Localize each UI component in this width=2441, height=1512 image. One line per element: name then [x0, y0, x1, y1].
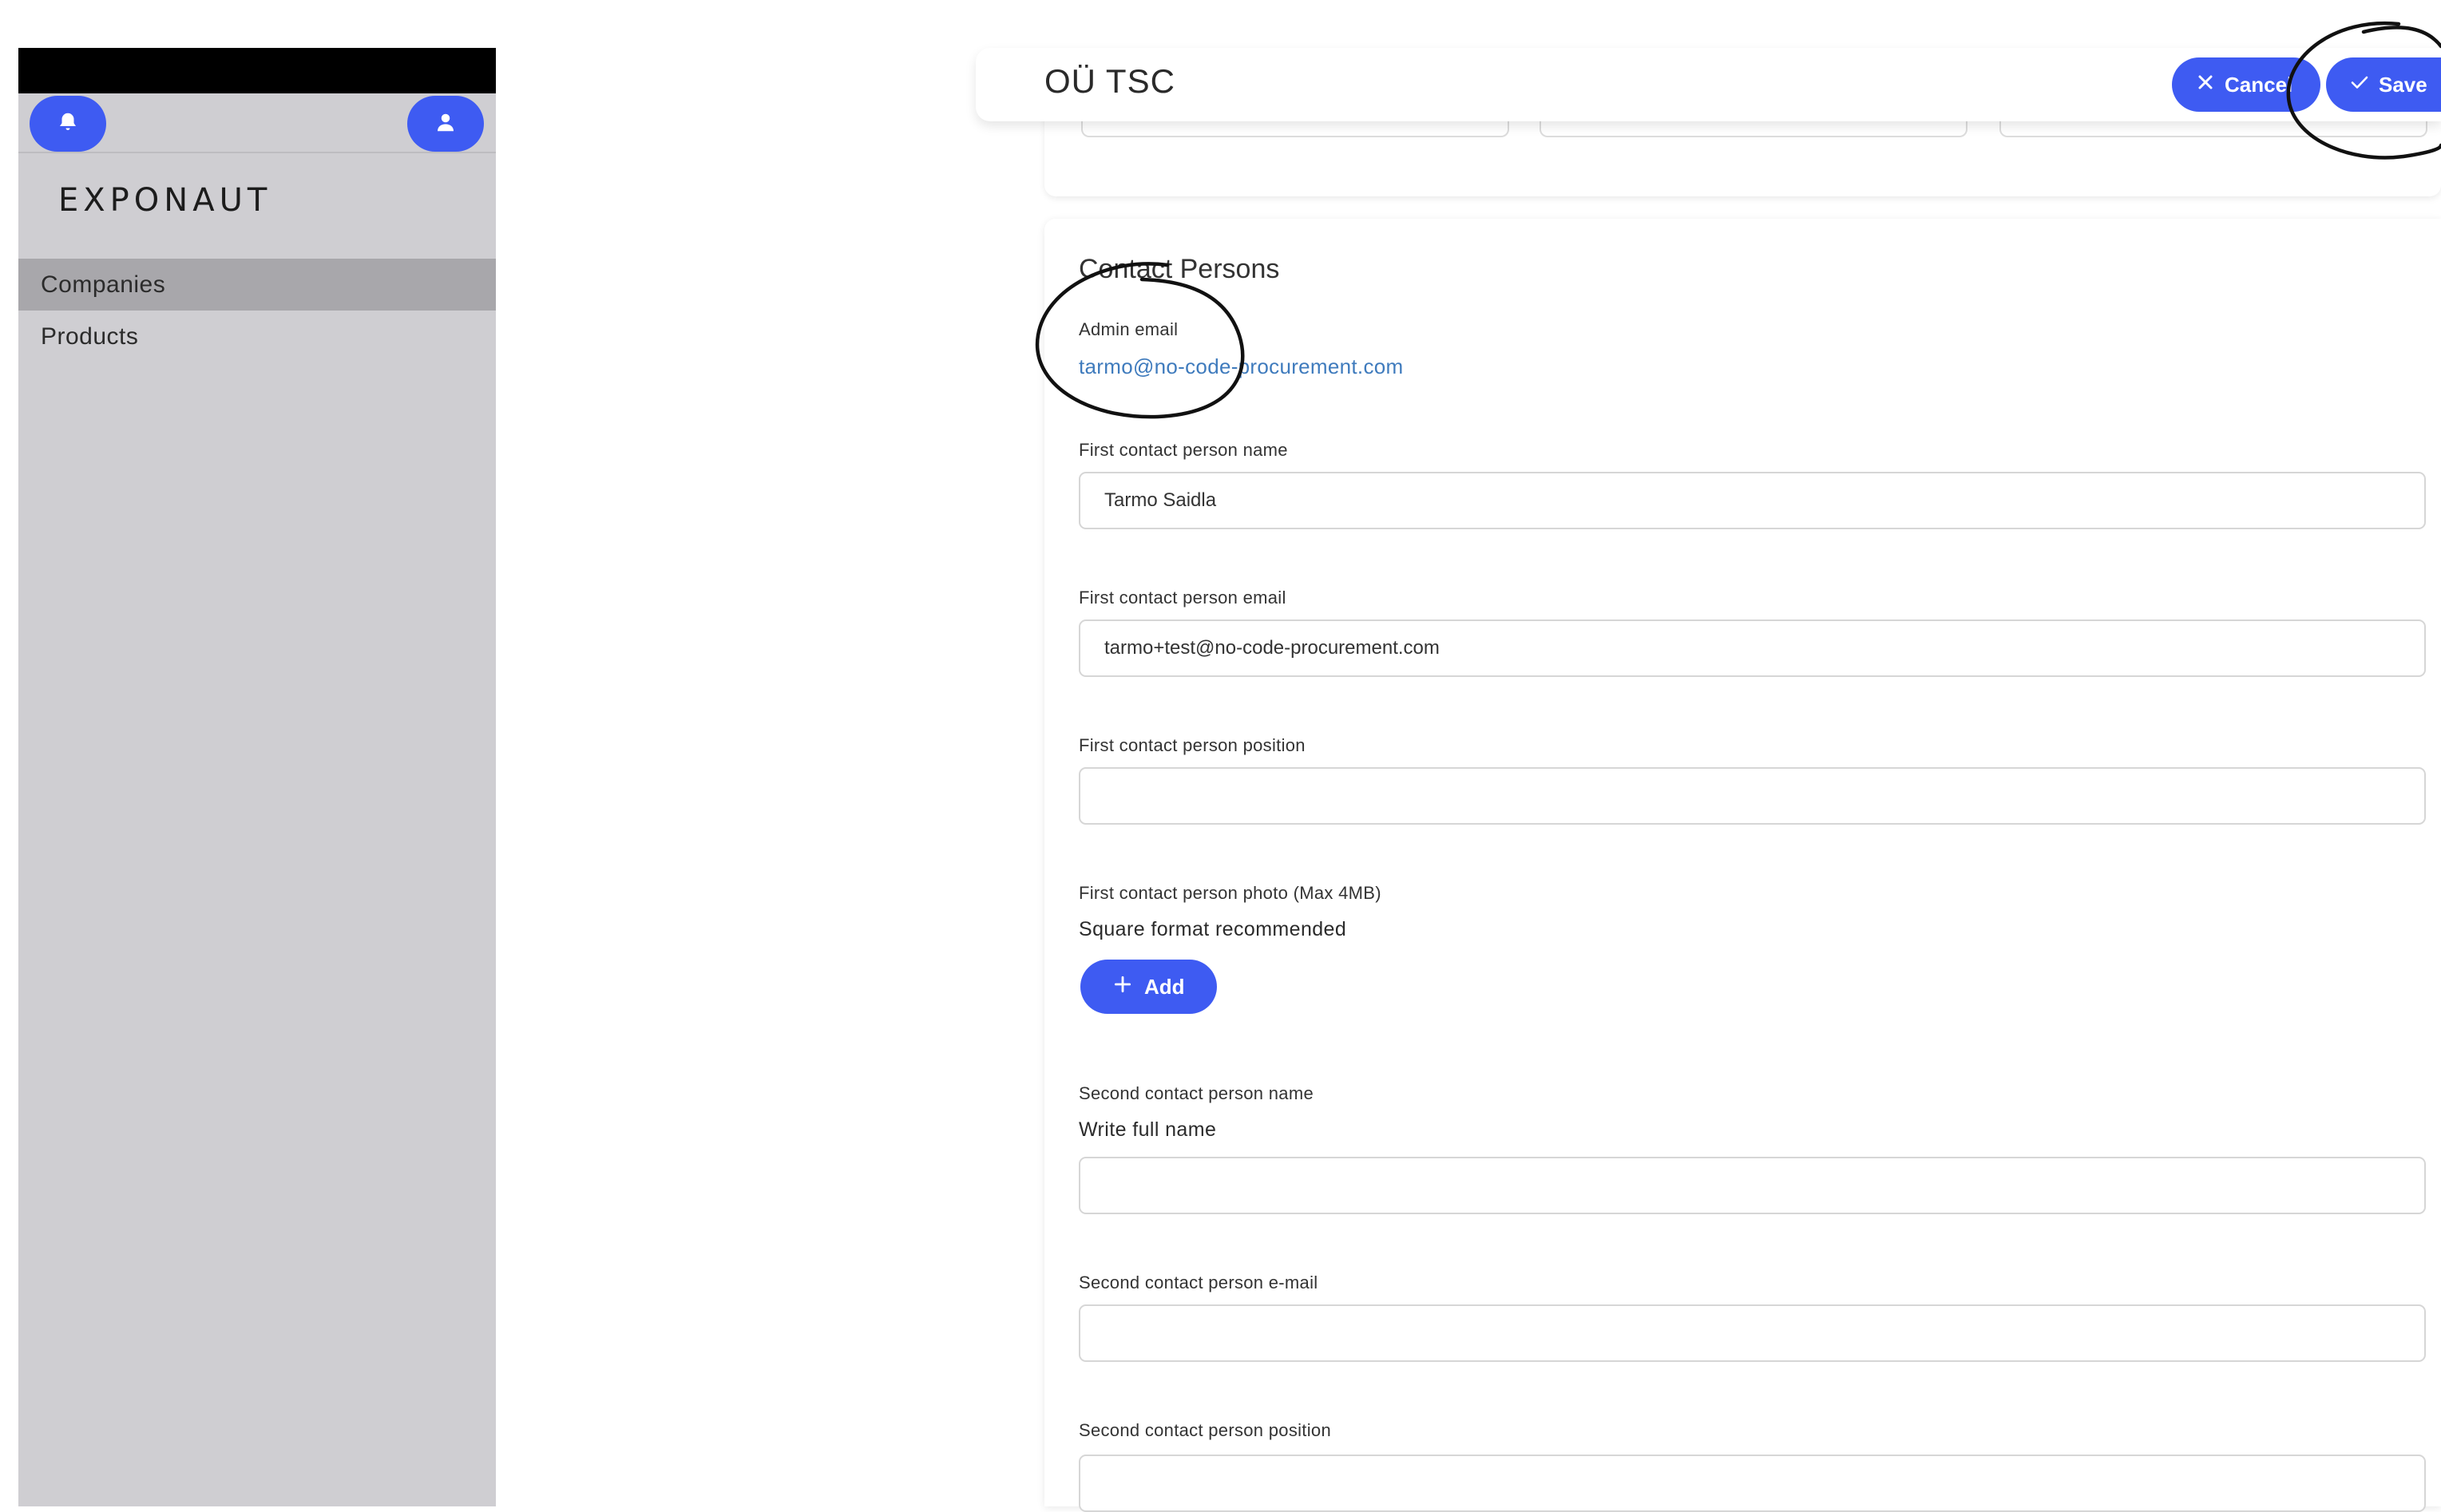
check-icon [2350, 73, 2379, 97]
first-name-label: First contact person name [1079, 440, 1288, 460]
contact-persons-card: Contact Persons Admin email tarmo@no-cod… [1044, 219, 2441, 1512]
user-icon [434, 110, 458, 138]
sidebar-divider [18, 152, 496, 153]
first-email-label: First contact person email [1079, 588, 1286, 608]
first-email-field[interactable]: tarmo+test@no-code-procurement.com [1079, 619, 2426, 677]
first-email-value: tarmo+test@no-code-procurement.com [1104, 637, 1440, 659]
sidebar: EXPONAUT Companies Products [18, 48, 496, 1506]
first-photo-hint: Square format recommended [1079, 918, 1347, 940]
add-photo-button[interactable]: Add [1080, 960, 1217, 1014]
cancel-button[interactable]: Cancel [2172, 57, 2320, 112]
admin-email-label: Admin email [1079, 319, 1179, 339]
page-header: OÜ TSC Cancel Save [976, 48, 2441, 121]
notifications-button[interactable] [30, 96, 106, 152]
sidebar-item-label: Products [41, 323, 139, 350]
second-position-label: Second contact person position [1079, 1420, 1331, 1440]
second-email-label: Second contact person e-mail [1079, 1273, 1318, 1292]
exponaut-logo[interactable]: EXPONAUT [58, 182, 271, 219]
first-position-label: First contact person position [1079, 735, 1306, 755]
section-title: Contact Persons [1079, 254, 1280, 284]
first-photo-label: First contact person photo (Max 4MB) [1079, 883, 1381, 903]
add-label: Add [1144, 974, 1185, 999]
close-icon [2196, 73, 2225, 97]
second-name-field[interactable] [1079, 1157, 2426, 1214]
sidebar-item-label: Companies [41, 271, 166, 298]
sidebar-item-products[interactable]: Products [18, 311, 496, 362]
first-position-field[interactable] [1079, 767, 2426, 825]
sidebar-item-companies[interactable]: Companies [18, 259, 496, 311]
sidebar-top-bar [18, 48, 496, 93]
user-profile-button[interactable] [407, 96, 484, 152]
second-name-label: Second contact person name [1079, 1083, 1314, 1103]
bell-icon [56, 110, 80, 138]
company-details-card [1044, 112, 2441, 196]
save-label: Save [2379, 72, 2427, 97]
first-name-field[interactable]: Tarmo Saidla [1079, 472, 2426, 529]
page-title: OÜ TSC [1044, 62, 1175, 100]
second-email-field[interactable] [1079, 1304, 2426, 1362]
save-button[interactable]: Save [2326, 57, 2441, 112]
first-name-value: Tarmo Saidla [1104, 489, 1217, 511]
plus-icon [1112, 974, 1144, 1000]
admin-email-link[interactable]: tarmo@no-code-procurement.com [1079, 354, 1403, 379]
cancel-label: Cancel [2225, 72, 2293, 97]
second-position-field[interactable] [1079, 1455, 2426, 1512]
second-name-hint: Write full name [1079, 1118, 1217, 1141]
